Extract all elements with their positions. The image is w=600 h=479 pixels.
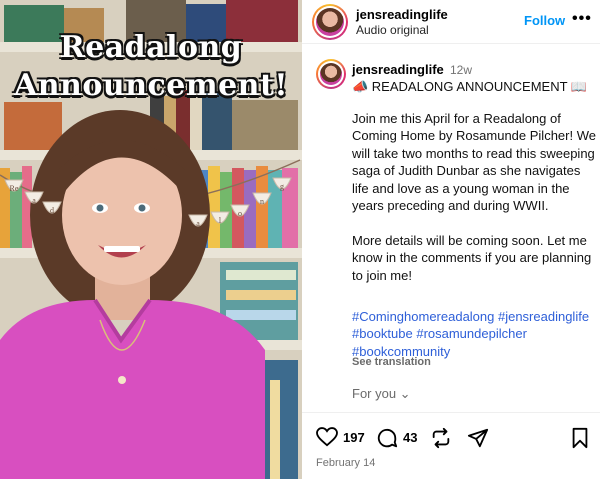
caption-text: Join me this April for a Readalong of Co… bbox=[352, 110, 596, 301]
post-time[interactable]: 12w bbox=[450, 63, 472, 77]
caption-heading: 📣 READALONG ANNOUNCEMENT 📖 bbox=[352, 79, 588, 94]
bookmark-icon[interactable] bbox=[570, 427, 590, 449]
banner-letter: o bbox=[238, 209, 242, 218]
post-header: jensreadinglife Audio original Follow ••… bbox=[302, 0, 600, 44]
see-translation-link[interactable]: See translation bbox=[352, 356, 431, 368]
caption-hashtags[interactable]: #Cominghomereadalong #jensreadinglife #b… bbox=[352, 308, 596, 360]
header-avatar[interactable] bbox=[312, 4, 348, 40]
banner-letter: g bbox=[280, 182, 284, 191]
header-username[interactable]: jensreadinglife bbox=[356, 7, 448, 22]
more-options-icon[interactable]: ••• bbox=[572, 10, 592, 28]
banner-letter: n bbox=[260, 197, 264, 206]
banner-letter: d bbox=[50, 206, 54, 215]
comment-icon[interactable] bbox=[376, 427, 398, 449]
caption-avatar[interactable] bbox=[316, 59, 346, 89]
post-date[interactable]: February 14 bbox=[316, 457, 375, 469]
overlay-title-line2: Announcement! bbox=[13, 68, 289, 103]
caption-paragraph-1: Join me this April for a Readalong of Co… bbox=[352, 111, 596, 214]
comment-count[interactable]: 43 bbox=[403, 430, 417, 445]
overlay-title-line1: Readalong bbox=[59, 30, 243, 65]
follow-button[interactable]: Follow bbox=[524, 13, 565, 28]
post-media[interactable]: Re a d a l o n g Readalong Announcement! bbox=[0, 0, 302, 479]
banner-letter: Re bbox=[10, 184, 19, 193]
banner-letter: a bbox=[196, 219, 200, 228]
caption-paragraph-2: More details will be coming soon. Let me… bbox=[352, 232, 592, 283]
repost-icon[interactable] bbox=[430, 427, 452, 449]
share-icon[interactable] bbox=[467, 427, 489, 449]
for-you-dropdown[interactable]: For you ⌄ bbox=[352, 386, 411, 402]
audio-label[interactable]: Audio original bbox=[356, 23, 429, 37]
heart-icon[interactable] bbox=[316, 427, 338, 447]
caption-username[interactable]: jensreadinglife bbox=[352, 62, 444, 77]
post-panel: jensreadinglife Audio original Follow ••… bbox=[302, 0, 600, 479]
like-count[interactable]: 197 bbox=[343, 430, 365, 445]
banner-letter: a bbox=[32, 196, 36, 205]
